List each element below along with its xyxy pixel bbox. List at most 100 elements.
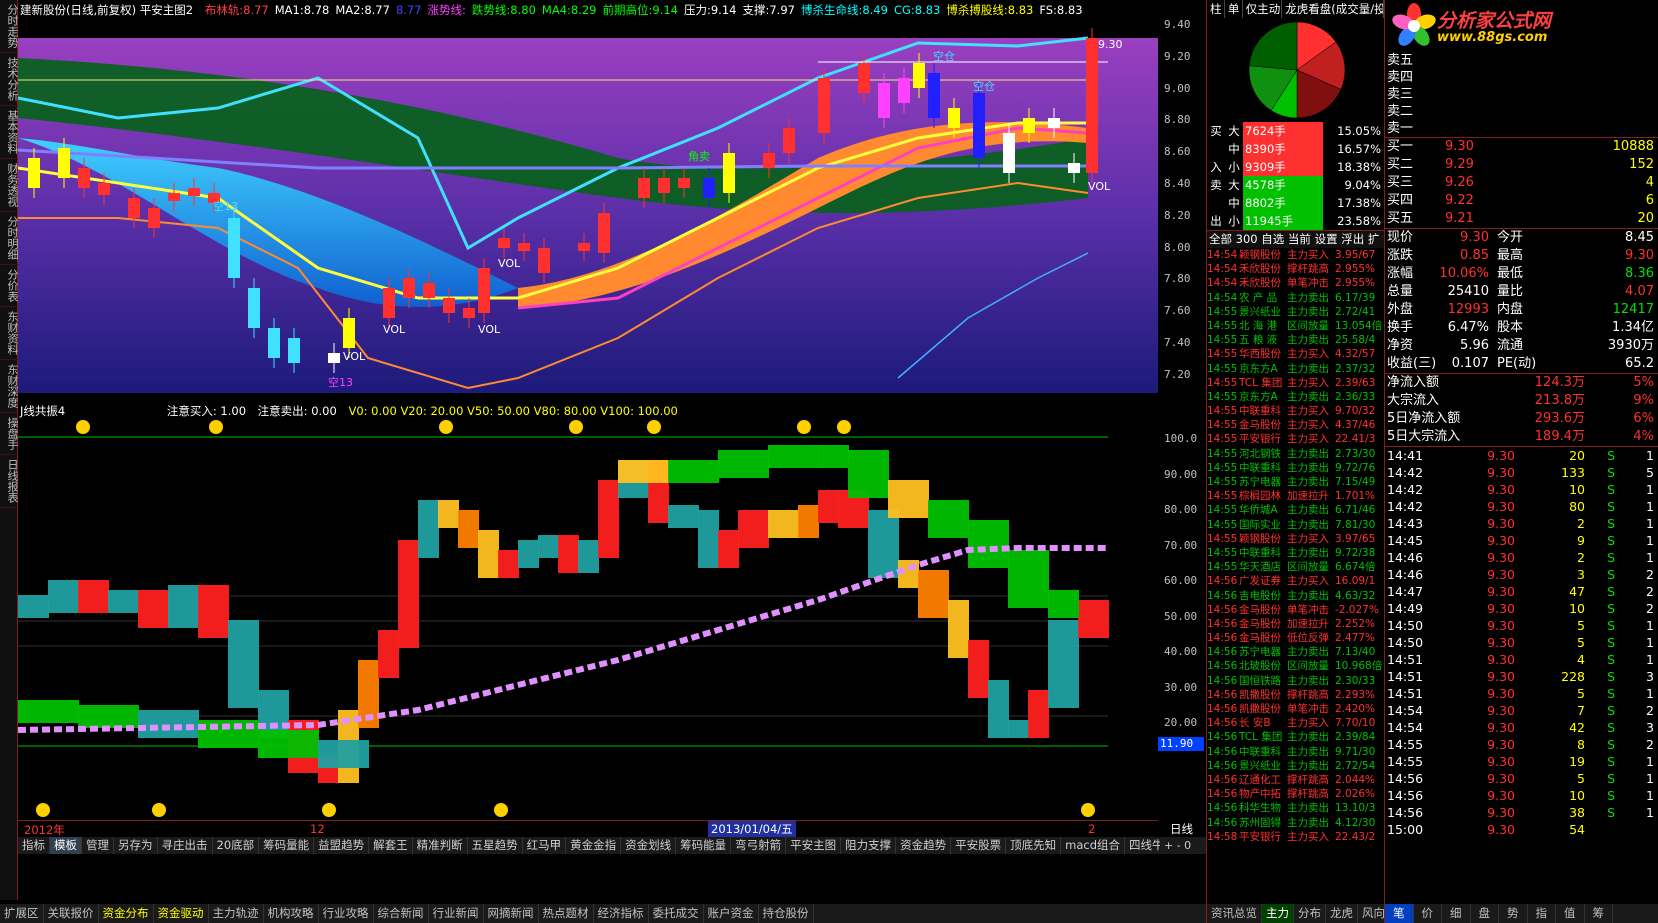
indicator-tab-13[interactable]: 资金划线 (621, 837, 677, 854)
radar-row[interactable]: 14:55 金马股份 主力买入 4.37/46 (1207, 418, 1384, 432)
indicator-tab-11[interactable]: 红马甲 (523, 837, 567, 854)
radar-row[interactable]: 14:56 中联重科 主力卖出 9.71/30 (1207, 745, 1384, 759)
indicator-tab-7[interactable]: 益盟趋势 (314, 837, 370, 854)
radar-row[interactable]: 14:55 中联重科 主力卖出 9.72/38 (1207, 546, 1384, 560)
bottom-tab-4[interactable]: 主力轨迹 (209, 904, 264, 923)
indicator-tab-15[interactable]: 弯弓射箭 (731, 837, 787, 854)
indicator-tab-9[interactable]: 精准判断 (413, 837, 468, 854)
indicator-tab-10[interactable]: 五星趋势 (468, 837, 523, 854)
left-tab-7[interactable]: 东财深度 (0, 360, 19, 413)
radar-row[interactable]: 14:56 吉电股份 主力卖出 4.63/32 (1207, 589, 1384, 603)
mid-bottom-tab-0[interactable]: 资讯总览 (1207, 904, 1262, 923)
radar-row[interactable]: 14:55 京东方A 主力卖出 2.37/32 (1207, 362, 1384, 376)
indicator-tab-2[interactable]: 管理 (82, 837, 114, 854)
quote-bottom-tab-5[interactable]: 指 (1528, 904, 1556, 923)
radar-row[interactable]: 14:58 平安银行 主力买入 22.43/2 (1207, 830, 1384, 844)
indicator-tab-16[interactable]: 平安主图 (786, 837, 842, 854)
radar-row[interactable]: 14:54 禾欣股份 单笔冲击 2.955% (1207, 276, 1384, 290)
quote-bottom-tab-2[interactable]: 细 (1442, 904, 1471, 923)
radar-row[interactable]: 14:56 金马股份 单笔冲击 -2.027% (1207, 603, 1384, 617)
middle-tab-1[interactable]: 单 (1225, 0, 1243, 18)
radar-row[interactable]: 14:56 苏宁电器 主力卖出 7.13/40 (1207, 645, 1384, 659)
indicator-tab-1[interactable]: 模板 (50, 837, 82, 854)
bottom-tab-2[interactable]: 资金分布 (99, 904, 154, 923)
main-price-chart[interactable]: 空仓空仓角卖VOLVOLVOLVOL VOL空13空139.30 (18, 18, 1158, 393)
radar-row[interactable]: 14:56 辽通化工 撑杆跳高 2.044% (1207, 773, 1384, 787)
oscillator-chart[interactable] (18, 420, 1158, 820)
mid-bottom-tab-1[interactable]: 主力 (1262, 904, 1294, 923)
radar-row[interactable]: 14:55 中联重科 主力买入 9.70/32 (1207, 404, 1384, 418)
bottom-tab-9[interactable]: 网摘新闻 (484, 904, 539, 923)
bottom-tab-10[interactable]: 热点题材 (539, 904, 594, 923)
radar-row[interactable]: 14:56 北玻股份 区间放量 10.968倍 (1207, 659, 1384, 673)
radar-row[interactable]: 14:55 华西股份 主力买入 4.32/57 (1207, 347, 1384, 361)
radar-list-tabs[interactable]: 全部 300 自选 当前 设置 浮出 扩 (1207, 230, 1384, 248)
mid-bottom-tab-3[interactable]: 龙虎 (1326, 904, 1358, 923)
bottom-tab-11[interactable]: 经济指标 (594, 904, 649, 923)
bottom-tab-3[interactable]: 资金驱动 (154, 904, 209, 923)
quote-bottom-tab-3[interactable]: 盘 (1471, 904, 1499, 923)
radar-row[interactable]: 14:55 苏宁电器 主力卖出 7.15/49 (1207, 475, 1384, 489)
quote-bottom-tab-7[interactable]: 筹 (1585, 904, 1613, 923)
middle-tab-0[interactable]: 柱 (1207, 0, 1225, 18)
radar-row[interactable]: 14:56 长 安B 主力买入 7.70/10 (1207, 716, 1384, 730)
quote-bottom-tab-1[interactable]: 价 (1414, 904, 1442, 923)
indicator-tab-20[interactable]: 顶底先知 (1006, 837, 1062, 854)
bottom-tab-8[interactable]: 行业新闻 (429, 904, 484, 923)
radar-row[interactable]: 14:56 TCL 集团 主力卖出 2.39/84 (1207, 730, 1384, 744)
radar-row[interactable]: 14:56 金马股份 低位反弹 2.477% (1207, 631, 1384, 645)
indicator-tab-8[interactable]: 解套王 (369, 837, 413, 854)
radar-row[interactable]: 14:55 颖钢股份 主力买入 3.97/65 (1207, 532, 1384, 546)
indicator-tab-12[interactable]: 黄金金指 (566, 837, 622, 854)
left-tab-3[interactable]: 财务透视 (0, 159, 19, 212)
indicator-tab-19[interactable]: 平安股票 (951, 837, 1007, 854)
bottom-tab-12[interactable]: 委托成交 (649, 904, 704, 923)
middle-tab-3[interactable]: 龙虎看盘(成交量/投 (1282, 0, 1385, 18)
indicator-tab-21[interactable]: macd组合 (1061, 837, 1126, 854)
bottom-tab-14[interactable]: 持仓股份 (759, 904, 814, 923)
radar-row[interactable]: 14:55 北 海 港区间放量 13.054倍 (1207, 319, 1384, 333)
quote-bottom-tab-6[interactable]: 值 (1556, 904, 1585, 923)
indicator-tab-14[interactable]: 筹码能量 (676, 837, 732, 854)
bottom-tab-6[interactable]: 行业攻略 (319, 904, 374, 923)
middle-tab-2[interactable]: 仅主动 (1243, 0, 1283, 18)
radar-row[interactable]: 14:55 棕榈园林 加速拉升 1.701% (1207, 489, 1384, 503)
bottom-tab-5[interactable]: 机构攻略 (264, 904, 319, 923)
radar-row[interactable]: 14:54 禾欣股份 撑杆跳高 2.955% (1207, 262, 1384, 276)
radar-row[interactable]: 14:56 凯撒股份 单笔冲击 2.420% (1207, 702, 1384, 716)
radar-row[interactable]: 14:54 农 产 品主力卖出 6.17/39 (1207, 291, 1384, 305)
radar-row[interactable]: 14:55 华侨城A 主力卖出 6.71/46 (1207, 503, 1384, 517)
radar-row[interactable]: 14:56 广发证券 主力买入 16.09/1 (1207, 574, 1384, 588)
radar-row[interactable]: 14:56 科华生物 主力卖出 13.10/3 (1207, 801, 1384, 815)
radar-row[interactable]: 14:55 国际实业 主力卖出 7.81/30 (1207, 518, 1384, 532)
indicator-tab-18[interactable]: 资金趋势 (896, 837, 952, 854)
radar-row[interactable]: 14:55 景兴纸业 主力卖出 2.72/41 (1207, 305, 1384, 319)
bottom-tab-7[interactable]: 综合新闻 (374, 904, 429, 923)
left-tab-2[interactable]: 基本资料 (0, 106, 19, 159)
radar-row[interactable]: 14:55 中联重科 主力卖出 9.72/76 (1207, 461, 1384, 475)
bottom-tab-1[interactable]: 关联报价 (44, 904, 99, 923)
radar-row[interactable]: 14:55 平安银行 主力买入 22.41/3 (1207, 432, 1384, 446)
indicator-tab-17[interactable]: 阻力支撑 (841, 837, 897, 854)
radar-row[interactable]: 14:56 景兴纸业 主力卖出 2.72/54 (1207, 759, 1384, 773)
left-tab-6[interactable]: 东财资料 (0, 307, 19, 360)
left-tab-9[interactable]: 日线报表 (0, 455, 19, 508)
radar-row[interactable]: 14:56 凯撒股份 撑杆跳高 2.293% (1207, 688, 1384, 702)
left-tab-5[interactable]: 分价表 (0, 265, 19, 307)
quote-bottom-tab-0[interactable]: 笔 (1385, 904, 1414, 923)
indicator-tab-6[interactable]: 筹码量能 (259, 837, 315, 854)
radar-row[interactable]: 14:55 河北钢铁 主力卖出 2.73/30 (1207, 447, 1384, 461)
indicator-tab-0[interactable]: 指标 (18, 837, 50, 854)
indicator-tab-4[interactable]: 寻庄出击 (158, 837, 213, 854)
radar-row[interactable]: 14:55 华天酒店 区间放量 6.674倍 (1207, 560, 1384, 574)
bottom-tab-13[interactable]: 账户资金 (704, 904, 759, 923)
left-tab-0[interactable]: 分时走势 (0, 0, 19, 53)
radar-row[interactable]: 14:56 物产中拓 撑杆跳高 2.026% (1207, 787, 1384, 801)
left-tab-4[interactable]: 分时明细 (0, 212, 19, 265)
radar-row[interactable]: 14:55 京东方A 主力卖出 2.36/33 (1207, 390, 1384, 404)
radar-row[interactable]: 14:56 苏州固锝 主力卖出 4.12/30 (1207, 816, 1384, 830)
radar-row[interactable]: 14:55 TCL 集团 主力买入 2.39/63 (1207, 376, 1384, 390)
zoom-controls[interactable]: + - 0 (1160, 837, 1206, 854)
radar-row[interactable]: 14:56 金马股份 加速拉升 2.252% (1207, 617, 1384, 631)
indicator-tab-3[interactable]: 另存为 (114, 837, 158, 854)
